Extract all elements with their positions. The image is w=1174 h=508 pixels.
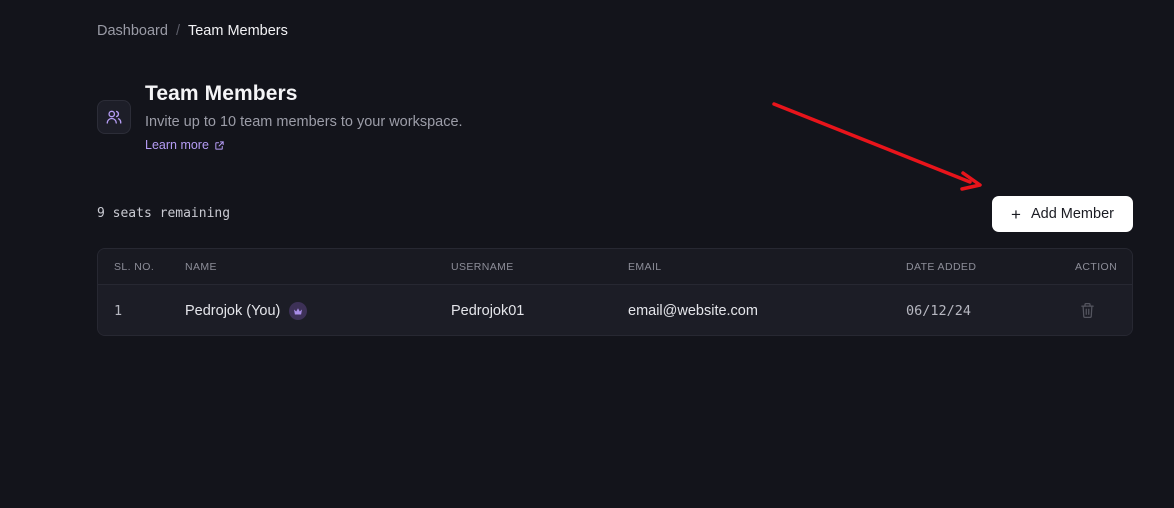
row-name-cell: Pedrojok (You) xyxy=(185,302,308,320)
row-email: email@website.com xyxy=(628,303,758,319)
add-member-label: Add Member xyxy=(1030,206,1114,222)
seats-remaining: 9 seats remaining xyxy=(97,206,231,221)
column-header-sl-no: SL. NO. xyxy=(114,261,155,273)
breadcrumb: Dashboard / Team Members xyxy=(97,23,288,39)
plus-icon: + xyxy=(1011,204,1021,224)
page-title: Team Members xyxy=(145,82,298,105)
team-members-table: SL. NO. NAME USERNAME EMAIL DATE ADDED A… xyxy=(97,248,1133,336)
column-header-username: USERNAME xyxy=(451,261,514,273)
breadcrumb-current: Team Members xyxy=(187,23,288,39)
table-row: 1 Pedrojok (You) Pedrojok01 email@websit… xyxy=(98,285,1132,335)
column-header-date-added: DATE ADDED xyxy=(906,261,977,273)
row-date-added: 06/12/24 xyxy=(906,303,972,319)
row-username: Pedrojok01 xyxy=(451,303,525,319)
table-header: SL. NO. NAME USERNAME EMAIL DATE ADDED A… xyxy=(98,249,1132,285)
breadcrumb-dashboard-link[interactable]: Dashboard xyxy=(97,23,168,39)
crown-icon xyxy=(289,302,308,320)
page-subtitle: Invite up to 10 team members to your wor… xyxy=(145,114,463,130)
column-header-email: EMAIL xyxy=(628,261,662,273)
add-member-button[interactable]: + Add Member xyxy=(992,196,1133,232)
row-sl-no: 1 xyxy=(114,303,123,319)
breadcrumb-separator: / xyxy=(175,23,180,39)
row-name: Pedrojok (You) xyxy=(185,303,281,319)
team-members-page: Dashboard / Team Members Team Members In… xyxy=(0,0,1174,508)
users-icon xyxy=(97,100,131,134)
trash-icon[interactable] xyxy=(1080,302,1096,320)
learn-more-link[interactable]: Learn more xyxy=(145,138,225,152)
learn-more-label: Learn more xyxy=(145,138,209,152)
external-link-icon xyxy=(215,140,224,150)
column-header-action: ACTION xyxy=(1075,261,1118,273)
column-header-name: NAME xyxy=(185,261,217,273)
